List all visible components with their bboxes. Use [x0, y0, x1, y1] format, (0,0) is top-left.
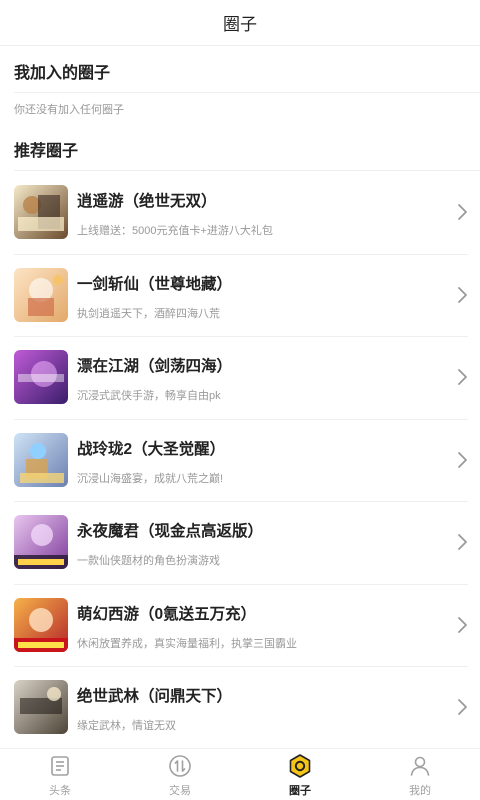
news-icon: [47, 753, 73, 779]
circle-description: 一款仙侠题材的角色扮演游戏: [77, 555, 220, 567]
divider: [14, 92, 480, 93]
profile-icon: [407, 753, 433, 779]
chevron-right-icon: [458, 286, 467, 303]
exchange-icon: [167, 753, 193, 779]
circle-description: 沉浸式武侠手游，畅享自由pk: [77, 390, 221, 402]
circle-name: 萌幻西游（0氪送五万充）: [77, 605, 257, 623]
circle-description: 缘定武林，情谊无双: [77, 720, 176, 732]
circle-thumbnail: [14, 267, 68, 322]
circle-item[interactable]: 一剑斩仙（世尊地藏） 执剑逍遥天下，酒醉四海八荒: [0, 255, 480, 337]
tab-trade[interactable]: 交易: [120, 749, 240, 800]
tab-label: 头条: [49, 785, 71, 797]
tab-news[interactable]: 头条: [0, 749, 120, 800]
divider: [14, 170, 480, 171]
chevron-right-icon: [458, 369, 467, 385]
circle-thumbnail: [14, 597, 68, 652]
circle-icon: [287, 753, 313, 779]
circle-name: 漂在江湖（剑荡四海）: [77, 358, 233, 375]
tab-profile[interactable]: 我的: [360, 749, 480, 800]
circle-name: 永夜魔君（现金点高返版）: [77, 523, 264, 540]
circle-name: 绝世武林（问鼎天下）: [77, 688, 233, 705]
circle-thumbnail: [14, 432, 68, 487]
circle-thumbnail: [14, 350, 68, 404]
circle-item[interactable]: 逍遥游（绝世无双） 上线赠送：5000元充值卡+进游八大礼包: [0, 172, 480, 255]
circle-name: 战玲珑2（大圣觉醒）: [77, 440, 226, 458]
page-title: 圈子: [223, 15, 257, 34]
circle-item[interactable]: 永夜魔君（现金点高返版） 一款仙侠题材的角色扮演游戏: [0, 502, 480, 585]
chevron-right-icon: [458, 616, 467, 633]
chevron-right-icon: [458, 451, 467, 468]
top-bar: 圈子: [0, 0, 480, 46]
tab-label: 我的: [409, 785, 431, 797]
circle-thumbnail: [14, 515, 68, 569]
recommended-circles-heading: 推荐圈子: [14, 143, 79, 160]
tab-label: 交易: [169, 785, 191, 797]
tab-circle[interactable]: 圈子: [240, 749, 360, 800]
circle-name: 逍遥游（绝世无双）: [77, 193, 217, 210]
circle-description: 休闲放置养成，真实海量福利，执掌三国霸业: [77, 637, 297, 650]
circle-item[interactable]: 战玲珑2（大圣觉醒） 沉浸山海盛宴，成就八荒之巅!: [0, 420, 480, 502]
circle-item[interactable]: 绝世武林（问鼎天下） 缘定武林，情谊无双: [0, 667, 480, 750]
tab-label: 圈子: [289, 785, 311, 797]
joined-circles-heading: 我加入的圈子: [14, 65, 111, 82]
chevron-right-icon: [458, 534, 467, 550]
circle-thumbnail: [14, 185, 68, 239]
circle-description: 上线赠送：5000元充值卡+进游八大礼包: [77, 225, 273, 237]
circle-name: 一剑斩仙（世尊地藏）: [77, 275, 233, 293]
circle-description: 沉浸山海盛宴，成就八荒之巅!: [77, 472, 224, 485]
bottom-tab-bar: 头条 交易 圈子 我的: [0, 748, 480, 800]
circle-thumbnail: [14, 680, 68, 734]
chevron-right-icon: [458, 699, 467, 715]
chevron-right-icon: [458, 204, 467, 220]
recommended-circle-list: 逍遥游（绝世无双） 上线赠送：5000元充值卡+进游八大礼包 一剑斩仙（世尊地藏…: [0, 172, 480, 750]
circle-item[interactable]: 萌幻西游（0氪送五万充） 休闲放置养成，真实海量福利，执掌三国霸业: [0, 585, 480, 667]
circle-description: 执剑逍遥天下，酒醉四海八荒: [77, 307, 220, 320]
joined-empty-hint: 你还没有加入任何圈子: [14, 104, 124, 116]
circle-item[interactable]: 漂在江湖（剑荡四海） 沉浸式武侠手游，畅享自由pk: [0, 337, 480, 420]
